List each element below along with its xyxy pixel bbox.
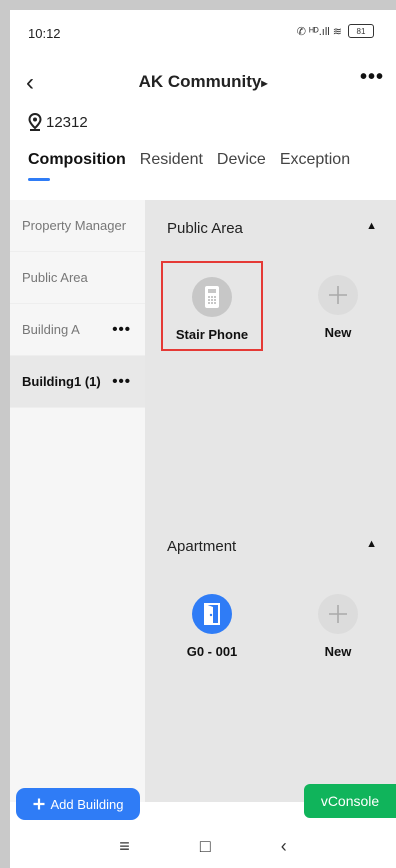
sidebar: Property Manager Public Area Building A … [10, 200, 145, 802]
tab-resident[interactable]: Resident [140, 151, 203, 181]
sidebar-item-label: Building A [22, 322, 80, 337]
collapse-caret-icon[interactable]: ▲ [366, 220, 377, 237]
new-apartment-tile[interactable]: New [287, 580, 389, 670]
community-name: AK Community [138, 72, 262, 91]
tab-bar: Composition Resident Device Exception [28, 151, 350, 181]
tab-composition[interactable]: Composition [28, 151, 126, 181]
sidebar-item-building1[interactable]: Building1 (1) ••• [10, 356, 145, 408]
home-icon[interactable]: □ [200, 836, 211, 857]
composition-panel: Public Area ▲ Stair Phone New Apartment … [145, 200, 396, 802]
more-options-icon[interactable]: ••• [112, 373, 131, 390]
status-bar: 10:12 ✆ ᴴᴰ.ıll ≋ 81 [10, 10, 396, 56]
collapse-caret-icon[interactable]: ▲ [366, 538, 377, 555]
section-header-public-area[interactable]: Public Area ▲ [167, 220, 377, 237]
status-time: 10:12 [28, 26, 61, 41]
tab-device[interactable]: Device [217, 151, 266, 181]
sidebar-item-public-area[interactable]: Public Area [10, 252, 145, 304]
system-nav-bar: ≡ □ ‹ [10, 824, 396, 868]
menu-icon[interactable]: ≡ [119, 836, 130, 857]
door-icon [192, 594, 232, 634]
location-code: 12312 [46, 113, 88, 131]
back-nav-icon[interactable]: ‹ [281, 836, 287, 857]
tile-label: New [324, 325, 352, 340]
add-building-button[interactable]: Add Building [16, 788, 140, 820]
tile-label: New [324, 644, 352, 659]
title-arrow-icon: ▸ [261, 76, 268, 90]
sidebar-item-building-a[interactable]: Building A ••• [10, 304, 145, 356]
status-indicators: ✆ ᴴᴰ.ıll ≋ 81 [297, 24, 374, 38]
device-tile-stair-phone[interactable]: Stair Phone [161, 261, 263, 351]
section-header-apartment[interactable]: Apartment ▲ [167, 538, 377, 555]
page-title[interactable]: AK Community▸ [10, 72, 396, 92]
plus-icon [33, 798, 44, 810]
sidebar-item-label: Property Manager [22, 218, 127, 233]
more-options-icon[interactable]: ••• [112, 321, 131, 338]
tile-label: G0 - 001 [186, 644, 238, 659]
more-menu-button[interactable]: ••• [360, 66, 384, 89]
vconsole-button[interactable]: vConsole [304, 784, 396, 818]
add-building-label: Add Building [50, 796, 124, 812]
tab-exception[interactable]: Exception [280, 151, 350, 181]
location-pin-icon [28, 113, 42, 131]
plus-icon [318, 594, 358, 634]
sidebar-item-property-manager[interactable]: Property Manager [10, 200, 145, 252]
plus-icon [318, 275, 358, 315]
sidebar-item-label: Public Area [22, 270, 88, 285]
tile-label: Stair Phone [175, 327, 249, 342]
app-screen: 10:12 ✆ ᴴᴰ.ıll ≋ 81 ‹ AK Community▸ ••• … [10, 10, 396, 868]
stair-phone-icon [192, 277, 232, 317]
new-device-tile[interactable]: New [287, 261, 389, 351]
section-title: Apartment [167, 538, 237, 555]
apartment-tile-g0-001[interactable]: G0 - 001 [161, 580, 263, 670]
battery-icon: 81 [348, 24, 374, 38]
header: ‹ AK Community▸ ••• [10, 60, 396, 106]
location-row: 12312 [28, 113, 88, 131]
section-title: Public Area [167, 220, 243, 237]
signal-icons: ✆ ᴴᴰ.ıll ≋ [296, 25, 342, 38]
sidebar-item-label: Building1 (1) [22, 374, 101, 389]
